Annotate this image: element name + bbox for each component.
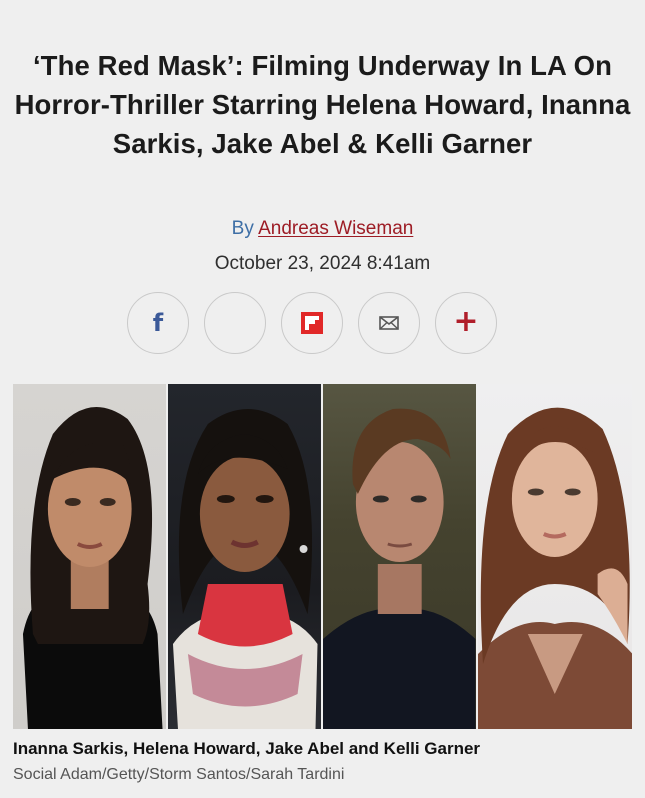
plus-icon: + bbox=[453, 304, 479, 339]
portrait-helena-howard bbox=[167, 384, 321, 729]
share-button[interactable] bbox=[204, 292, 266, 354]
portrait-jake-abel bbox=[323, 384, 476, 729]
flipboard-icon bbox=[301, 312, 323, 334]
more-share-button[interactable]: + bbox=[435, 292, 497, 354]
photo-credit: Social Adam/Getty/Storm Santos/Sarah Tar… bbox=[13, 766, 345, 783]
byline-prefix: By bbox=[231, 218, 254, 239]
article-headline: ‘The Red Mask’: Filming Underway In LA O… bbox=[14, 50, 631, 160]
email-icon bbox=[379, 316, 399, 330]
byline: By Andreas Wiseman bbox=[0, 218, 645, 240]
email-share-button[interactable] bbox=[358, 292, 420, 354]
photo-caption: Inanna Sarkis, Helena Howard, Jake Abel … bbox=[13, 739, 481, 758]
flipboard-share-button[interactable] bbox=[281, 292, 343, 354]
cast-photo-collage bbox=[13, 384, 632, 729]
facebook-share-button[interactable]: f bbox=[127, 292, 189, 354]
author-link[interactable]: Andreas Wiseman bbox=[258, 218, 413, 239]
facebook-icon: f bbox=[152, 309, 164, 337]
portrait-kelli-garner bbox=[477, 384, 632, 729]
portrait-inanna-sarkis bbox=[13, 384, 166, 729]
publish-date: October 23, 2024 8:41am bbox=[214, 253, 431, 274]
share-bar: f + bbox=[127, 292, 497, 354]
